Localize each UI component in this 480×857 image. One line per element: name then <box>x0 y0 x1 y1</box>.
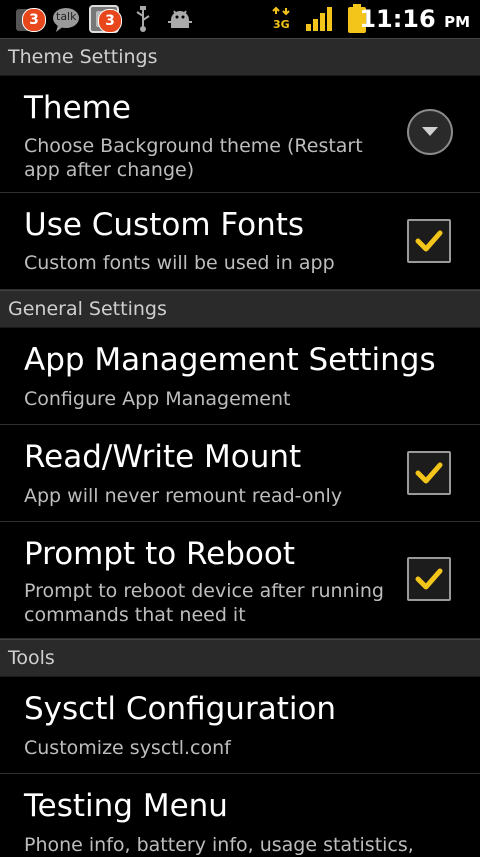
checkmark-icon <box>415 230 443 252</box>
prompt-reboot-checkbox[interactable] <box>407 557 451 601</box>
notification-icon-2: 3 <box>88 4 122 34</box>
pref-summary: Configure App Management <box>24 388 291 410</box>
pref-title: Sysctl Configuration <box>24 691 337 727</box>
network-type-label: 3G <box>273 18 290 31</box>
pref-title: Read/Write Mount <box>24 439 302 475</box>
pref-summary: App will never remount read-only <box>24 485 343 507</box>
pref-summary: Prompt to reboot device after running co… <box>24 580 384 626</box>
theme-dropdown[interactable] <box>407 109 453 155</box>
pref-rw-mount[interactable]: Read/Write Mount App will never remount … <box>0 425 480 522</box>
notification-badge-2: 3 <box>98 9 122 33</box>
pref-prompt-reboot[interactable]: Prompt to Reboot Prompt to reboot device… <box>0 522 480 639</box>
pref-custom-fonts[interactable]: Use Custom Fonts Custom fonts will be us… <box>0 193 480 290</box>
custom-fonts-checkbox[interactable] <box>407 219 451 263</box>
notification-icon: 3 <box>14 6 46 34</box>
network-3g-icon: 3G <box>270 6 294 38</box>
pref-title: Theme <box>24 90 131 126</box>
pref-summary: Choose Background theme (Restart app aft… <box>24 135 363 181</box>
pref-title: Testing Menu <box>24 788 228 824</box>
clock: 11:16 PM <box>359 5 470 33</box>
chevron-down-icon <box>422 127 438 136</box>
section-header-tools: Tools <box>0 639 480 677</box>
pref-testing-menu[interactable]: Testing Menu Phone info, battery info, u… <box>0 774 480 856</box>
section-title: Theme Settings <box>8 46 158 68</box>
pref-sysctl[interactable]: Sysctl Configuration Customize sysctl.co… <box>0 677 480 774</box>
pref-title: App Management Settings <box>24 342 436 378</box>
section-title: General Settings <box>8 298 167 320</box>
pref-summary: Customize sysctl.conf <box>24 737 231 759</box>
checkmark-icon <box>415 462 443 484</box>
pref-theme[interactable]: Theme Choose Background theme (Restart a… <box>0 76 480 193</box>
clock-time: 11:16 <box>359 5 436 33</box>
signal-strength-icon <box>304 6 334 36</box>
pref-summary: Phone info, battery info, usage statisti… <box>24 834 414 856</box>
clock-ampm: PM <box>444 13 470 31</box>
android-debug-icon <box>168 8 192 34</box>
pref-title: Use Custom Fonts <box>24 207 305 243</box>
checkmark-icon <box>415 568 443 590</box>
status-bar: 3 talk 3 3G 11:16 PM <box>0 0 480 38</box>
usb-icon <box>134 6 152 36</box>
notification-badge: 3 <box>22 8 46 32</box>
pref-title: Prompt to Reboot <box>24 536 296 572</box>
section-header-general-settings: General Settings <box>0 290 480 328</box>
talk-label: talk <box>56 10 77 23</box>
pref-summary: Custom fonts will be used in app <box>24 252 335 274</box>
section-header-theme-settings: Theme Settings <box>0 38 480 76</box>
pref-app-management[interactable]: App Management Settings Configure App Ma… <box>0 328 480 425</box>
section-title: Tools <box>8 647 55 669</box>
talk-icon: talk <box>52 7 82 33</box>
rw-mount-checkbox[interactable] <box>407 451 451 495</box>
